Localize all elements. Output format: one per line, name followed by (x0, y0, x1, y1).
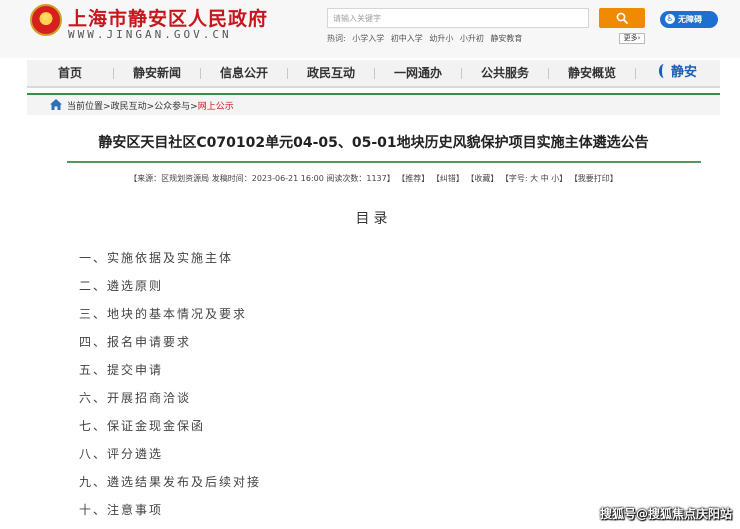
toc-item: 三、地块的基本情况及要求 (79, 307, 248, 321)
magnifier-icon (616, 12, 628, 24)
favorite-link[interactable]: 【收藏】 (466, 174, 498, 183)
nav-item-home[interactable]: 首页 (27, 60, 113, 86)
font-large-link[interactable]: 大 (530, 174, 538, 183)
hot-word-link[interactable]: 初中入学 (391, 34, 423, 43)
article-content: 静安区天目社区C070102单元04-05、05-01地块历史风貌保护项目实施主… (27, 115, 720, 529)
hot-word-link[interactable]: 幼升小 (429, 34, 453, 43)
breadcrumb-link[interactable]: 政民互动 (111, 102, 147, 112)
print-link[interactable]: 【我要打印】 (570, 174, 618, 183)
nav-item-news[interactable]: 静安新闻 (114, 60, 200, 86)
nav-divider (635, 68, 636, 79)
breadcrumb-separator: > (190, 102, 198, 112)
font-size-close: 】 (559, 174, 568, 183)
breadcrumb-link-active[interactable]: 网上公示 (198, 102, 234, 112)
search-input[interactable] (327, 8, 589, 28)
toc-item: 六、开展招商洽谈 (79, 391, 192, 405)
toc-item: 九、遴选结果发布及后续对接 (79, 475, 262, 489)
title-divider (67, 161, 701, 163)
font-medium-link[interactable]: 中 (541, 174, 549, 183)
jingan-logo-icon (659, 64, 669, 78)
more-label: 更多 (623, 34, 638, 42)
table-of-contents: 一、实施依据及实施主体 二、遴选原则 三、地块的基本情况及要求 四、报名申请要求… (79, 249, 261, 529)
toc-item: 十、注意事项 (79, 503, 164, 517)
toc-item: 七、保证金现金保函 (79, 419, 206, 433)
breadcrumb-link[interactable]: 公众参与 (154, 102, 190, 112)
accessibility-button[interactable]: ♿ 无障碍 (660, 11, 718, 28)
toc-heading: 目录 (355, 211, 392, 227)
nav-item-interaction[interactable]: 政民互动 (288, 60, 374, 86)
nav-item-overview[interactable]: 静安概览 (549, 60, 635, 86)
hot-word-link[interactable]: 静安教育 (490, 34, 522, 43)
jingan-logo-text: 静安 (671, 65, 698, 80)
search-button[interactable] (599, 8, 645, 28)
breadcrumb: 当前位置>政民互动>公众参与>网上公示 (67, 99, 234, 112)
toc-item: 四、报名申请要求 (79, 335, 192, 349)
more-hot-words-button[interactable]: 更多› (619, 33, 645, 44)
hot-word-link[interactable]: 小升初 (460, 34, 484, 43)
site-url: WWW.JINGAN.GOV.CN (68, 28, 232, 41)
nav-item-public-service[interactable]: 公共服务 (462, 60, 548, 86)
watermark: 搜狐号@搜狐焦点庆阳站 (599, 507, 732, 521)
toc-item: 五、提交申请 (79, 363, 164, 377)
hot-word-link[interactable]: 小学入学 (352, 34, 384, 43)
accessibility-icon: ♿ (665, 14, 675, 24)
toc-item: 二、遴选原则 (79, 279, 164, 293)
breadcrumb-separator: > (103, 102, 111, 112)
nav-item-one-stop[interactable]: 一网通办 (375, 60, 461, 86)
breadcrumb-separator: > (146, 102, 155, 112)
home-icon (50, 99, 62, 110)
site-header: 上海市静安区人民政府 WWW.JINGAN.GOV.CN ♿ 无障碍 热词: 小… (0, 0, 740, 58)
breadcrumb-current-label: 当前位置 (67, 102, 104, 112)
article-title: 静安区天目社区C070102单元04-05、05-01地块历史风貌保护项目实施主… (98, 135, 649, 151)
main-nav: 首页 静安新闻 信息公开 政民互动 一网通办 公共服务 静安概览 静安 (27, 60, 720, 88)
toc-item: 一、实施依据及实施主体 (79, 251, 234, 265)
correct-link[interactable]: 【纠错】 (432, 174, 464, 183)
font-size-label: 【字号: (500, 174, 528, 183)
toc-item: 八、评分遴选 (79, 447, 164, 461)
accessibility-label: 无障碍 (678, 15, 702, 24)
jingan-logo[interactable]: 静安 (659, 60, 697, 86)
hot-words-label: 热词: (327, 34, 346, 43)
site-title[interactable]: 上海市静安区人民政府 (68, 4, 268, 31)
article-meta: 【来源：区规划资源局 发稿时间：2023-06-21 16:00 阅读次数：11… (27, 173, 720, 184)
hot-words: 热词: 小学入学 初中入学 幼升小 小升初 静安教育 (327, 33, 522, 44)
recommend-link[interactable]: 【推荐】 (397, 174, 429, 183)
nav-item-disclosure[interactable]: 信息公开 (201, 60, 287, 86)
breadcrumb-bar: 当前位置>政民互动>公众参与>网上公示 (27, 93, 720, 115)
national-emblem-icon (30, 4, 62, 36)
article-source: 【来源：区规划资源局 发稿时间：2023-06-21 16:00 阅读次数：11… (129, 174, 395, 183)
